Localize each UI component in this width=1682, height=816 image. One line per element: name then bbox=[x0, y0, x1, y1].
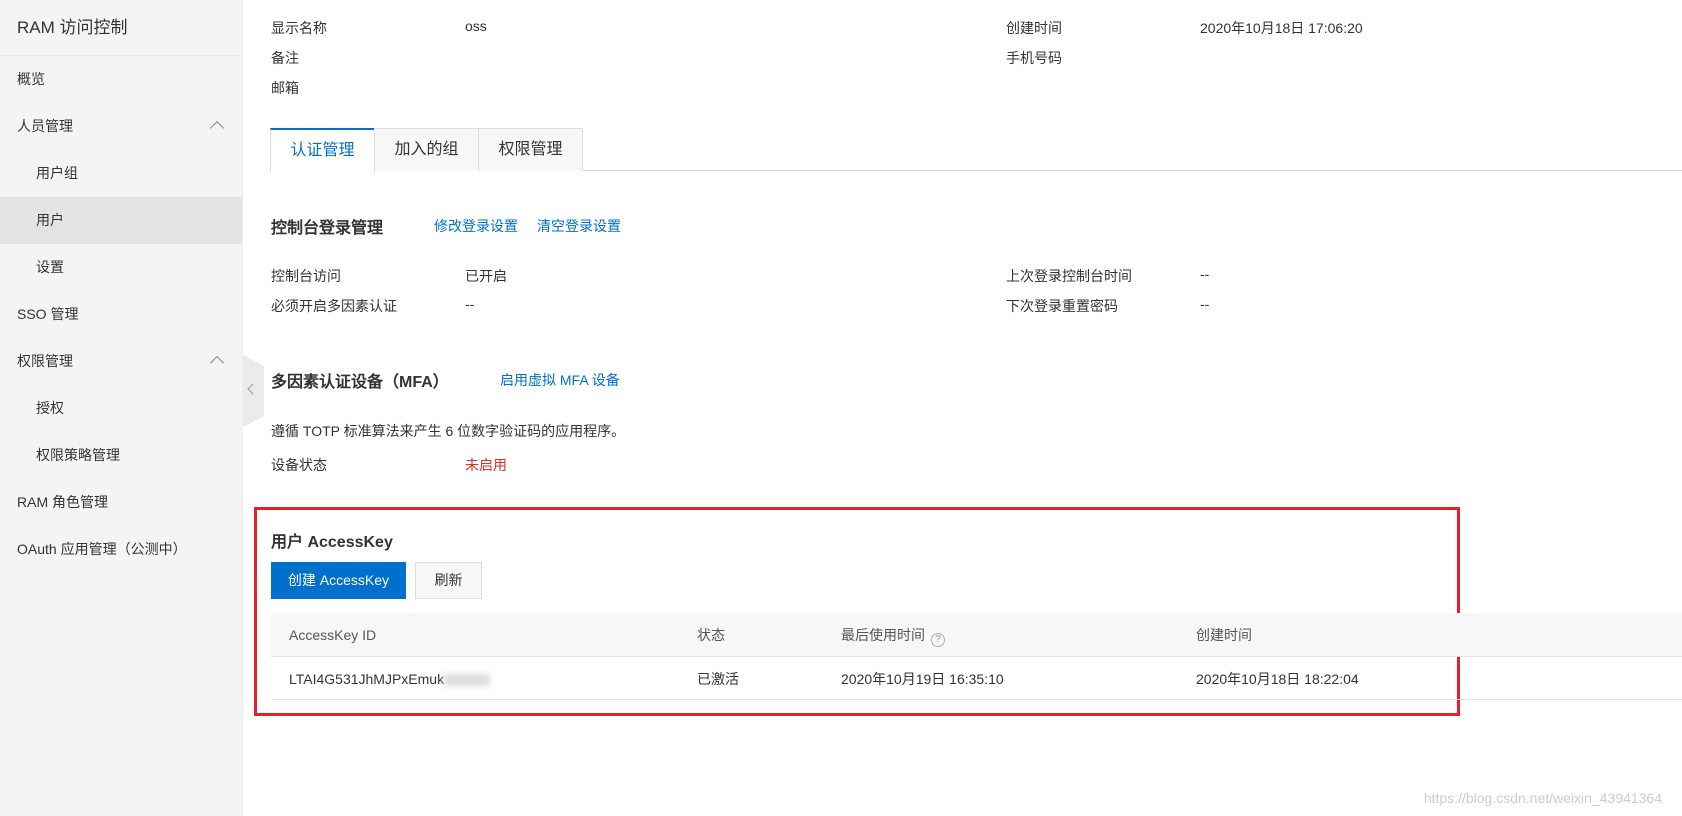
chevron-up-icon bbox=[209, 355, 225, 371]
last-login-label: 上次登录控制台时间 bbox=[1006, 268, 1132, 284]
created-label: 创建时间 bbox=[1006, 20, 1062, 36]
sidebar-item-settings[interactable]: 设置 bbox=[0, 244, 242, 291]
mfa-status-value: 未启用 bbox=[465, 457, 507, 473]
redacted-mask bbox=[444, 674, 491, 687]
accesskey-id: LTAI4G531JhMJPxEmuk bbox=[289, 657, 491, 701]
mfa-title: 多因素认证设备（MFA） bbox=[271, 374, 449, 391]
col-created: 创建时间 bbox=[1196, 627, 1252, 643]
sidebar-item-overview[interactable]: 概览 bbox=[0, 56, 242, 103]
console-title: 控制台登录管理 bbox=[271, 220, 384, 237]
tab-permissions[interactable]: 权限管理 bbox=[478, 128, 583, 171]
sidebar-collapse-button[interactable] bbox=[243, 355, 264, 427]
sidebar-item-sso[interactable]: SSO 管理 bbox=[0, 291, 242, 338]
sidebar-title: RAM 访问控制 bbox=[0, 0, 242, 56]
accesskey-title: 用户 AccessKey bbox=[271, 534, 393, 551]
tab-bar: 认证管理 加入的组 权限管理 bbox=[270, 128, 1682, 172]
reset-pwd-value: -- bbox=[1200, 296, 1210, 312]
accesskey-last-used: 2020年10月19日 16:35:10 bbox=[841, 671, 1004, 687]
remark-label: 备注 bbox=[271, 50, 299, 66]
enable-mfa-link[interactable]: 启用虚拟 MFA 设备 bbox=[500, 370, 620, 390]
chevron-up-icon bbox=[209, 120, 225, 136]
sidebar-item-groups[interactable]: 用户组 bbox=[0, 150, 242, 197]
mfa-status-label: 设备状态 bbox=[271, 457, 327, 473]
watermark: https://blog.csdn.net/weixin_43941364 bbox=[1423, 790, 1662, 806]
col-status: 状态 bbox=[697, 627, 725, 643]
sidebar-item-permissions[interactable]: 权限管理 bbox=[0, 338, 242, 385]
sidebar-item-grants[interactable]: 授权 bbox=[0, 385, 242, 432]
clear-login-link[interactable]: 清空登录设置 bbox=[537, 216, 621, 236]
reset-pwd-label: 下次登录重置密码 bbox=[1006, 298, 1118, 314]
create-accesskey-button[interactable]: 创建 AccessKey bbox=[271, 562, 406, 599]
tab-auth[interactable]: 认证管理 bbox=[270, 128, 375, 172]
chevron-left-icon bbox=[247, 383, 259, 395]
col-last-used-label: 最后使用时间 bbox=[841, 627, 925, 643]
phone-label: 手机号码 bbox=[1006, 50, 1062, 66]
accesskey-id-text: LTAI4G531JhMJPxEmuk bbox=[289, 671, 445, 687]
last-login-value: -- bbox=[1200, 266, 1210, 282]
sidebar-item-people[interactable]: 人员管理 bbox=[0, 103, 242, 150]
accesskey-status: 已激活 bbox=[697, 671, 739, 687]
mfa-required-label: 必须开启多因素认证 bbox=[271, 298, 397, 314]
tab-groups[interactable]: 加入的组 bbox=[374, 128, 479, 171]
sidebar: RAM 访问控制 概览 人员管理 用户组 用户 设置 SSO 管理 权限管理 授… bbox=[0, 0, 243, 816]
sidebar-item-policies[interactable]: 权限策略管理 bbox=[0, 432, 242, 479]
table-row: LTAI4G531JhMJPxEmuk 已激活 2020年10月19日 16:3… bbox=[271, 657, 1682, 700]
accesskey-created: 2020年10月18日 18:22:04 bbox=[1196, 671, 1359, 687]
console-access-label: 控制台访问 bbox=[271, 268, 341, 284]
mfa-description: 遵循 TOTP 标准算法来产生 6 位数字验证码的应用程序。 bbox=[271, 423, 626, 439]
display-name-label: 显示名称 bbox=[271, 20, 327, 36]
sidebar-item-users[interactable]: 用户 bbox=[0, 197, 242, 244]
sidebar-item-label: 权限管理 bbox=[17, 353, 73, 369]
created-value: 2020年10月18日 17:06:20 bbox=[1200, 20, 1363, 36]
sidebar-item-label: 人员管理 bbox=[17, 118, 73, 134]
display-name-value: oss bbox=[465, 18, 487, 34]
email-label: 邮箱 bbox=[271, 80, 299, 96]
help-icon[interactable]: ? bbox=[931, 633, 945, 647]
col-last-used: 最后使用时间? bbox=[841, 613, 945, 657]
mfa-required-value: -- bbox=[465, 296, 475, 312]
console-access-value: 已开启 bbox=[465, 268, 507, 284]
sidebar-item-oauth[interactable]: OAuth 应用管理（公测中） bbox=[0, 526, 242, 573]
sidebar-item-roles[interactable]: RAM 角色管理 bbox=[0, 479, 242, 526]
refresh-button[interactable]: 刷新 bbox=[415, 562, 482, 599]
table-header: AccessKey ID 状态 最后使用时间? 创建时间 bbox=[271, 613, 1682, 657]
edit-login-link[interactable]: 修改登录设置 bbox=[434, 216, 518, 236]
col-accesskey-id: AccessKey ID bbox=[289, 627, 377, 643]
